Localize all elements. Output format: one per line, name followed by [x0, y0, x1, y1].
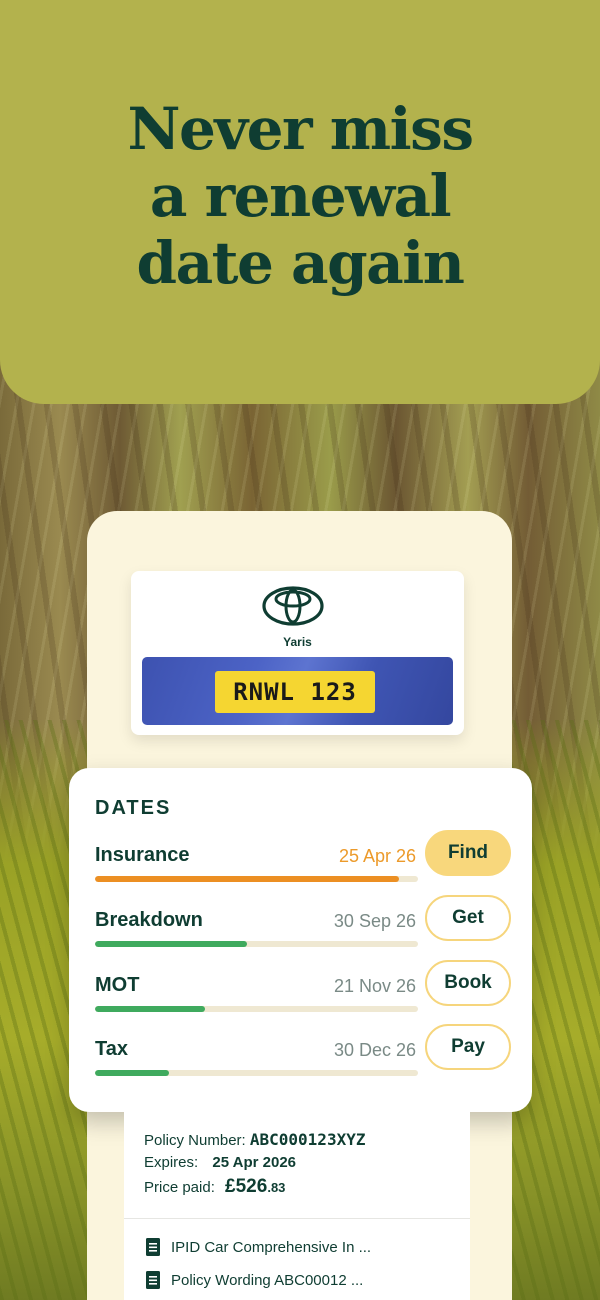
document-title: IPID Car Comprehensive In ... — [171, 1238, 372, 1256]
date-row-tax[interactable]: Tax 30 Dec 26 Pay — [69, 1024, 532, 1098]
row-date: 21 Nov 26 — [333, 976, 416, 996]
pay-tax-button[interactable]: Pay — [425, 1024, 511, 1070]
headline-line-1: Never miss — [127, 95, 474, 163]
document-title: Policy Wording ABC00012 ... — [171, 1271, 364, 1289]
progress-track — [95, 941, 418, 947]
document-icon — [146, 1238, 160, 1256]
expires-label: Expires: — [144, 1154, 199, 1171]
plate-band: RNWL 123 — [142, 657, 453, 725]
policy-number-value: ABC000123XYZ — [249, 1130, 366, 1149]
progress-track — [95, 1070, 418, 1076]
progress-fill — [95, 1006, 205, 1012]
price-major: £526 — [225, 1176, 268, 1197]
price-label: Price paid: — [144, 1179, 215, 1196]
row-date: 25 Apr 26 — [338, 846, 416, 866]
hero-banner: Never miss a renewal date again — [0, 0, 600, 404]
progress-fill — [95, 876, 399, 882]
divider — [124, 1218, 470, 1219]
headline-line-3: date again — [136, 229, 465, 297]
row-date: 30 Dec 26 — [333, 1040, 416, 1060]
document-link-ipid[interactable]: IPID Car Comprehensive In ... — [146, 1238, 371, 1256]
row-date: 30 Sep 26 — [333, 911, 416, 931]
vehicle-model: Yaris — [283, 635, 312, 649]
headline-line-2: a renewal — [149, 162, 452, 230]
row-label: Insurance — [95, 844, 190, 866]
row-label: Breakdown — [95, 909, 203, 931]
row-label: MOT — [95, 974, 140, 996]
document-icon — [146, 1271, 160, 1289]
toyota-logo — [262, 586, 324, 626]
policy-number-label: Policy Number: — [144, 1132, 246, 1149]
get-breakdown-button[interactable]: Get — [425, 895, 511, 941]
progress-fill — [95, 1070, 170, 1076]
expires-line: Expires: 25 Apr 2026 — [144, 1154, 296, 1171]
registration-plate: RNWL 123 — [215, 671, 375, 713]
expires-value: 25 Apr 2026 — [212, 1154, 297, 1171]
row-label: Tax — [95, 1038, 128, 1060]
book-mot-button[interactable]: Book — [425, 960, 511, 1006]
dates-heading: DATES — [95, 797, 172, 819]
vehicle-card[interactable]: Yaris RNWL 123 — [131, 571, 464, 735]
find-insurance-button[interactable]: Find — [425, 830, 511, 876]
price-value: £526.83 — [225, 1176, 286, 1197]
policy-number-line: Policy Number: ABC000123XYZ — [144, 1130, 365, 1149]
document-link-policy-wording[interactable]: Policy Wording ABC00012 ... — [146, 1271, 363, 1289]
price-minor: .83 — [267, 1180, 286, 1195]
progress-track — [95, 1006, 418, 1012]
dates-card: DATES Insurance 25 Apr 26 Find Breakdown… — [69, 768, 532, 1112]
policy-details: Policy Number: ABC000123XYZ Expires: 25 … — [124, 1112, 470, 1300]
progress-fill — [95, 941, 247, 947]
price-line: Price paid: £526.83 — [144, 1176, 285, 1198]
hero-headline: Never miss a renewal date again — [0, 96, 600, 297]
progress-track — [95, 876, 418, 882]
